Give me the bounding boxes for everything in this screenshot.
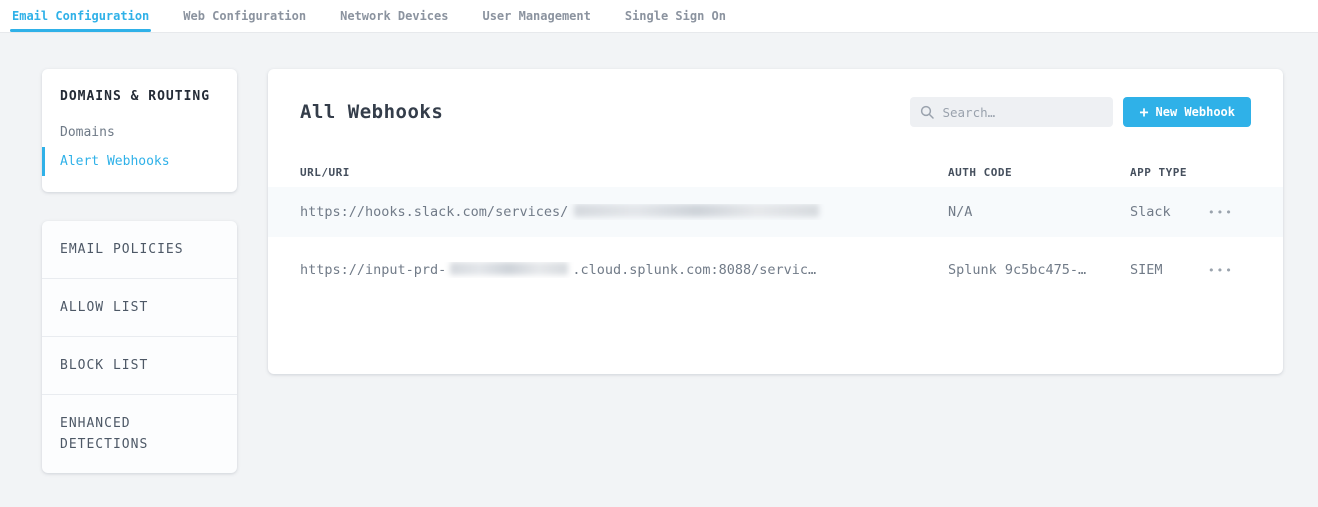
sidebar-item-label: ENHANCED DETECTIONS [60,413,190,455]
plus-icon: + [1139,105,1148,120]
app-type-cell: Slack [1130,204,1208,220]
row-menu-button[interactable]: ••• [1208,202,1251,223]
tab-web-configuration[interactable]: Web Configuration [181,0,308,32]
search-input[interactable] [942,105,1103,120]
tab-email-configuration[interactable]: Email Configuration [10,0,151,32]
column-header-app-type: APP TYPE [1130,166,1208,179]
row-menu-button[interactable]: ••• [1208,260,1251,281]
table-header-row: URL/URI AUTH CODE APP TYPE [268,161,1283,183]
sidebar-item-label: EMAIL POLICIES [60,239,190,260]
table-row-siem: https://input-prd- .cloud.splunk.com:8088… [268,245,1283,295]
search-icon [920,105,934,119]
search-box [910,97,1113,127]
webhook-url-cell: https://hooks.slack.com/services/ [300,204,948,220]
auth-code-cell: Splunk 9c5bc475-… [948,262,1130,278]
panel-controls: + New Webhook [910,97,1251,127]
sidebar-section-title: DOMAINS & ROUTING [42,89,237,104]
tab-user-management[interactable]: User Management [480,0,592,32]
sidebar-item-email-policies[interactable]: EMAIL POLICIES [42,221,237,279]
domains-routing-card: DOMAINS & ROUTING Domains Alert Webhooks [42,69,237,192]
auth-code-cell: N/A [948,204,1130,220]
table-row-slack: https://hooks.slack.com/services/ N/A Sl… [268,187,1283,237]
sidebar-item-alert-webhooks[interactable]: Alert Webhooks [42,147,237,176]
sidebar: DOMAINS & ROUTING Domains Alert Webhooks… [42,69,237,473]
top-nav: Email Configuration Web Configuration Ne… [0,0,1318,33]
sidebar-item-enhanced-detections[interactable]: ENHANCED DETECTIONS [42,395,237,473]
sidebar-item-domains[interactable]: Domains [42,118,237,147]
column-header-auth-code: AUTH CODE [948,166,1130,179]
page-title: All Webhooks [300,101,443,123]
webhook-url-prefix: https://hooks.slack.com/services/ [300,204,568,220]
webhook-url-cell: https://input-prd- .cloud.splunk.com:8088… [300,262,948,278]
redacted-blur [450,262,568,275]
webhooks-table: URL/URI AUTH CODE APP TYPE https://hooks… [300,161,1251,295]
column-header-url-uri: URL/URI [300,166,948,179]
tab-network-devices[interactable]: Network Devices [338,0,450,32]
sidebar-item-block-list[interactable]: BLOCK LIST [42,337,237,395]
panel-header: All Webhooks + New Webhook [300,95,1251,129]
sidebar-item-allow-list[interactable]: ALLOW LIST [42,279,237,337]
redacted-blur [574,204,819,217]
app-type-cell: SIEM [1130,262,1208,278]
policy-nav-card: EMAIL POLICIES ALLOW LIST BLOCK LIST ENH… [42,221,237,473]
webhook-url-suffix: .cloud.splunk.com:8088/servic… [572,262,816,278]
new-webhook-label: New Webhook [1156,105,1235,119]
sidebar-item-label: ALLOW LIST [60,297,190,318]
webhook-url-prefix: https://input-prd- [300,262,446,278]
new-webhook-button[interactable]: + New Webhook [1123,97,1251,127]
webhooks-panel: All Webhooks + New Webhook URL/URI [268,69,1283,374]
tab-single-sign-on[interactable]: Single Sign On [623,0,728,32]
sidebar-item-label: BLOCK LIST [60,355,190,376]
page-content: DOMAINS & ROUTING Domains Alert Webhooks… [0,33,1318,473]
